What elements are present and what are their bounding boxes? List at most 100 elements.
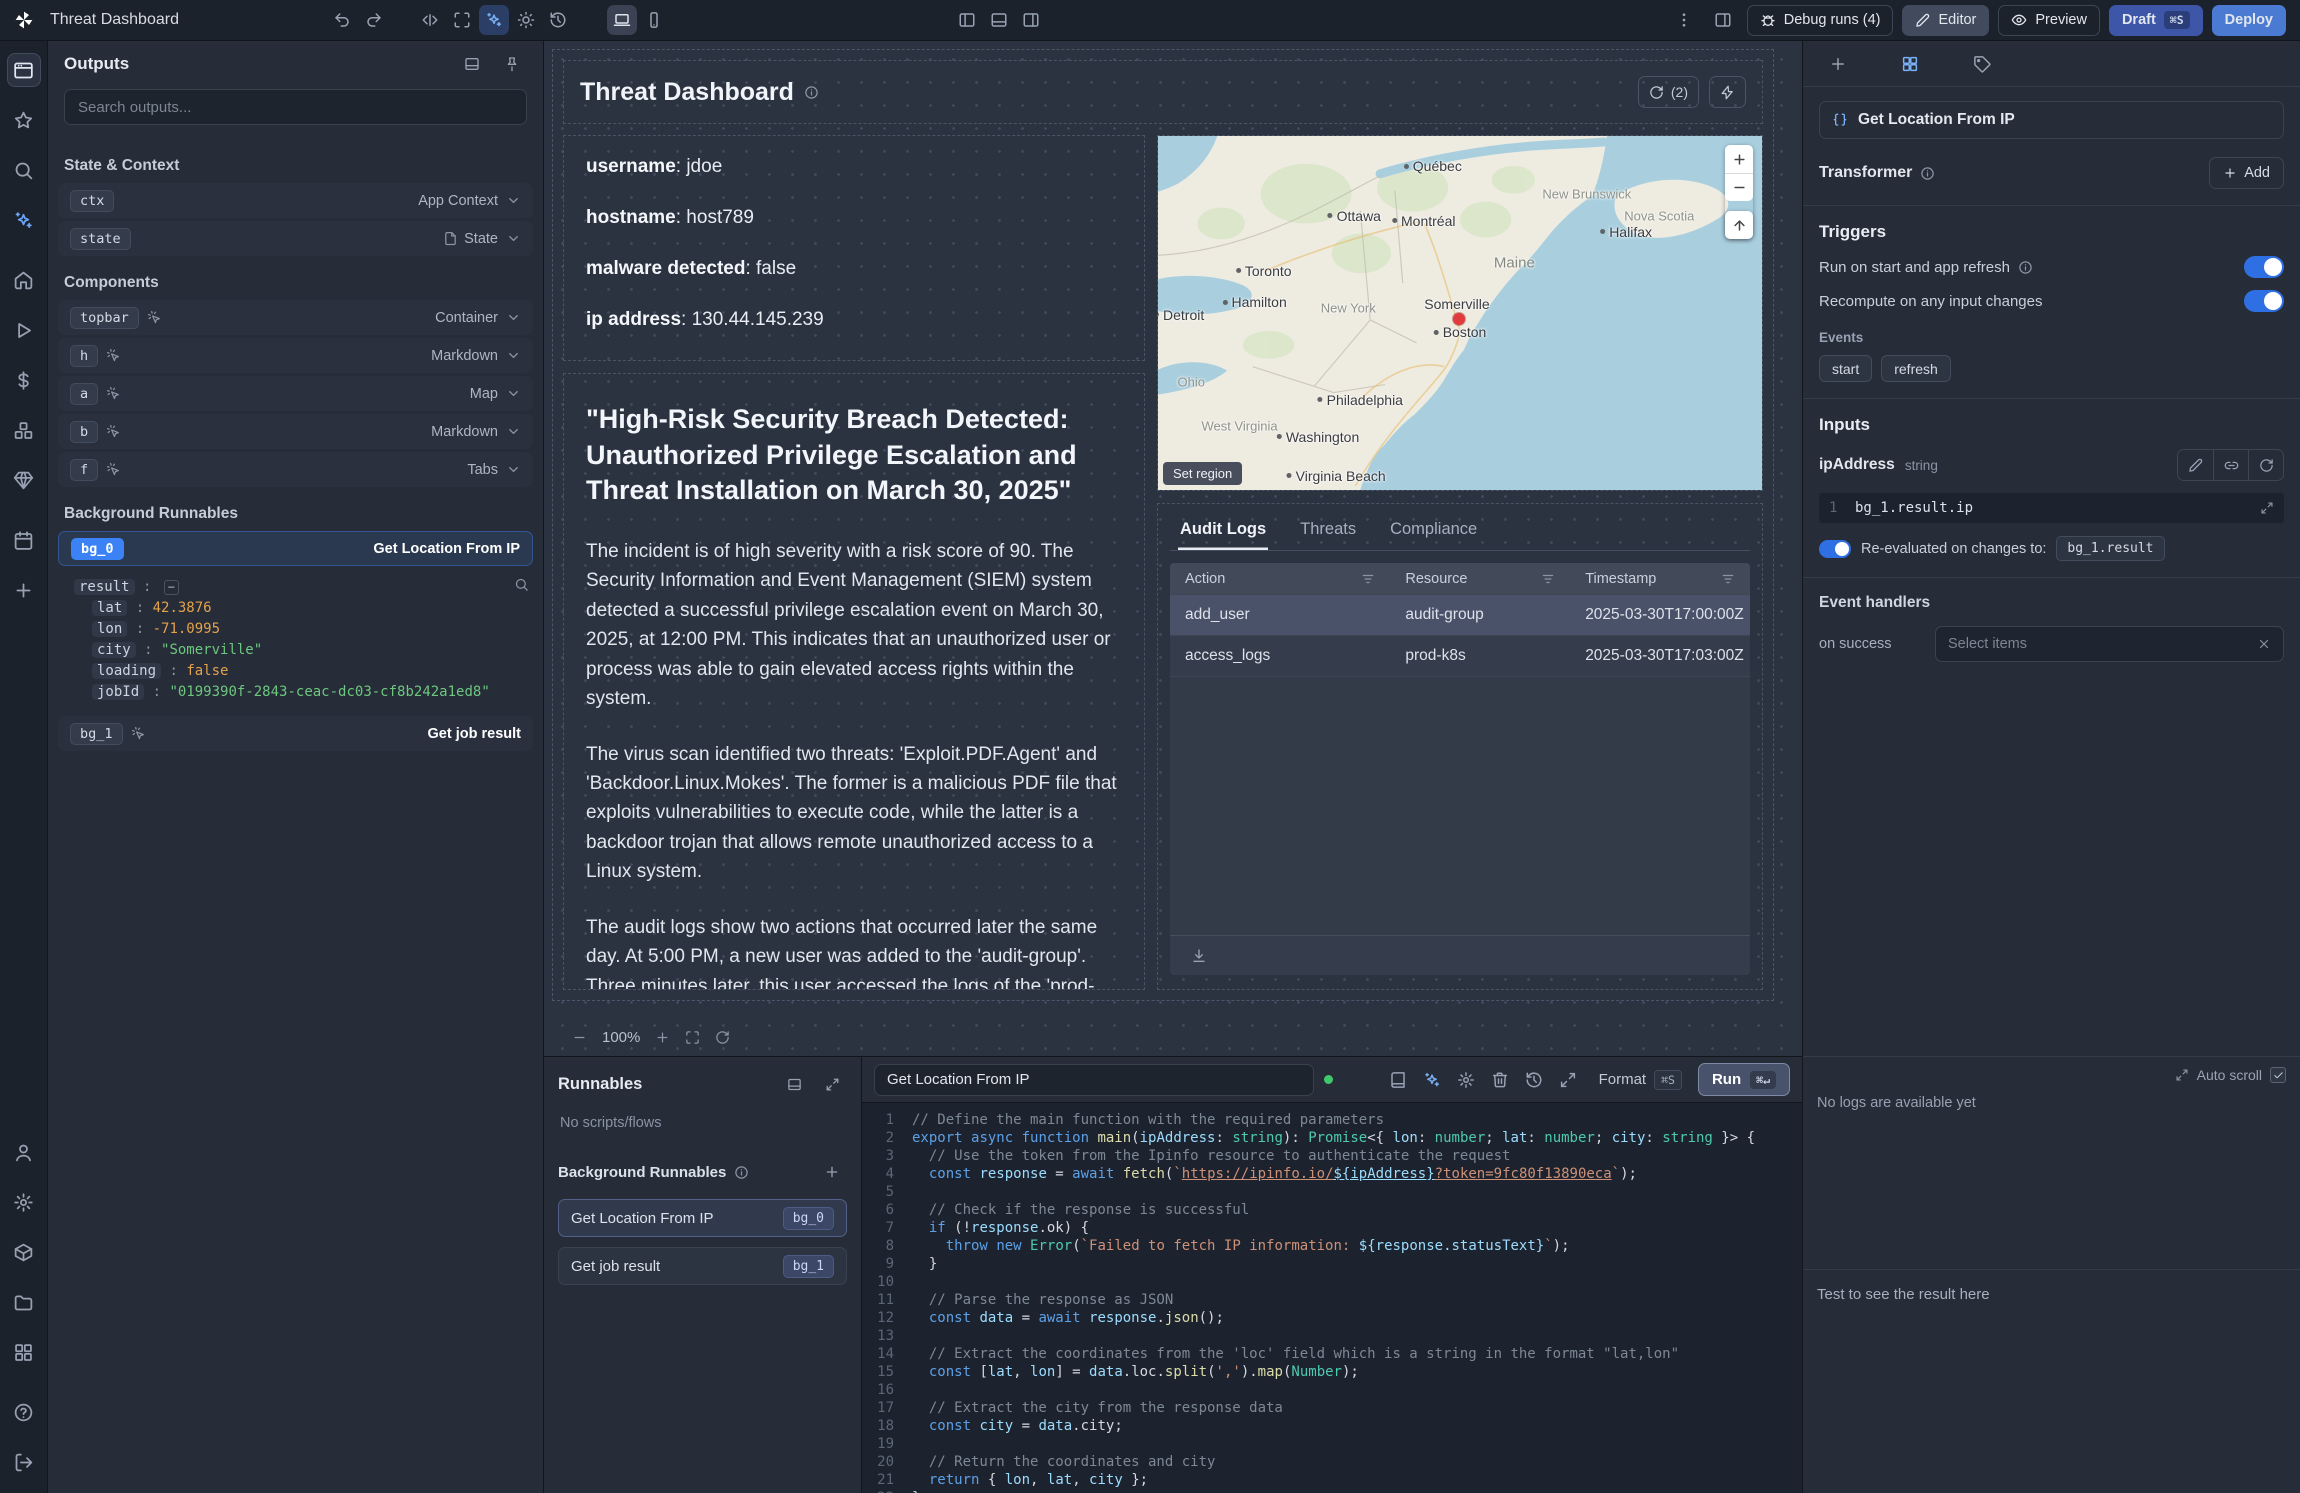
map-arrow-up-button[interactable] xyxy=(1725,211,1753,239)
output-row-state[interactable]: stateState xyxy=(58,221,533,256)
topbar-component[interactable]: Threat Dashboard (2) xyxy=(563,60,1763,124)
clear-select-icon[interactable] xyxy=(2257,637,2271,651)
autoscroll-checkbox[interactable] xyxy=(2270,1067,2286,1083)
tab-audit-logs[interactable]: Audit Logs xyxy=(1178,512,1268,550)
output-row-b[interactable]: bMarkdown xyxy=(58,414,533,449)
bg1-row[interactable]: bg_1 Get job result xyxy=(58,716,533,751)
expand-logs-icon[interactable] xyxy=(2175,1068,2189,1082)
toggle[interactable] xyxy=(2244,290,2284,312)
tabs-component[interactable]: Audit LogsThreatsCompliance ActionResour… xyxy=(1157,503,1763,990)
plus-button[interactable] xyxy=(1823,49,1853,79)
rail-gem-button[interactable] xyxy=(7,463,41,497)
column-header-resource[interactable]: Resource xyxy=(1390,571,1570,587)
on-success-select[interactable]: Select items xyxy=(1935,626,2284,662)
bg0-row[interactable]: bg_0 Get Location From IP xyxy=(58,531,533,566)
wand-button[interactable] xyxy=(479,5,509,35)
link-button[interactable] xyxy=(2213,450,2248,480)
run-button[interactable]: Run ⌘↵ xyxy=(1698,1063,1790,1096)
panel-right-button[interactable] xyxy=(1016,5,1046,35)
rail-package-button[interactable] xyxy=(7,1235,41,1269)
output-row-h[interactable]: hMarkdown xyxy=(58,338,533,373)
settings-button[interactable] xyxy=(1451,1065,1481,1095)
runnable-name-input[interactable] xyxy=(874,1064,1314,1096)
code-button[interactable] xyxy=(415,5,445,35)
preview-button[interactable]: Preview xyxy=(1998,5,2100,36)
trash-button[interactable] xyxy=(1485,1065,1515,1095)
zoom-out-icon[interactable] xyxy=(572,1030,587,1045)
output-row-f[interactable]: fTabs xyxy=(58,452,533,487)
expand-editor-icon[interactable] xyxy=(2260,501,2274,515)
add-transformer-button[interactable]: Add xyxy=(2209,157,2284,189)
reevaluate-toggle[interactable] xyxy=(1819,540,1851,558)
expand-runnables-button[interactable] xyxy=(817,1069,847,1099)
debug-runs-button[interactable]: Debug runs (4) xyxy=(1747,5,1894,36)
rail-logout-button[interactable] xyxy=(7,1445,41,1479)
collapse-result-toggle[interactable]: − xyxy=(164,580,179,595)
set-region-button[interactable]: Set region xyxy=(1163,462,1242,485)
panel-bottom-button[interactable] xyxy=(984,5,1014,35)
search-json-icon[interactable] xyxy=(514,577,529,599)
zoom-in-icon[interactable] xyxy=(655,1030,670,1045)
rail-dollar-button[interactable] xyxy=(7,363,41,397)
app-canvas[interactable]: Threat Dashboard (2) username: jdoehostn… xyxy=(544,41,1802,1056)
map-component[interactable]: QuébecMontréalOttawaMaineNew BrunswickNo… xyxy=(1157,135,1763,491)
add-runnable-button[interactable] xyxy=(817,1157,847,1187)
editor-button[interactable]: Editor xyxy=(1902,5,1989,36)
reevaluate-dependency-chip[interactable]: bg_1.result xyxy=(2056,536,2164,561)
pencil-button[interactable] xyxy=(2178,450,2213,480)
dock-runnables-button[interactable] xyxy=(779,1069,809,1099)
input-expression-editor[interactable]: 1 bg_1.result.ip xyxy=(1819,493,2284,523)
fit-canvas-icon[interactable] xyxy=(685,1030,700,1045)
rail-folder-button[interactable] xyxy=(7,1285,41,1319)
table-row[interactable]: add_useraudit-group2025-03-30T17:00:00Z xyxy=(1170,594,1750,635)
laptop-button[interactable] xyxy=(607,5,637,35)
selected-runnable-header[interactable]: Get Location From IP xyxy=(1819,101,2284,139)
rail-grid-button[interactable] xyxy=(7,1335,41,1369)
wand-button[interactable] xyxy=(1417,1065,1447,1095)
smartphone-button[interactable] xyxy=(639,5,669,35)
rail-boxes-button[interactable] xyxy=(7,413,41,447)
output-row-a[interactable]: aMap xyxy=(58,376,533,411)
sun-button[interactable] xyxy=(511,5,541,35)
history-button[interactable] xyxy=(1519,1065,1549,1095)
map-plus-button[interactable] xyxy=(1725,145,1753,173)
runnable-item[interactable]: Get job resultbg_1 xyxy=(558,1247,847,1285)
app-trigger-button[interactable] xyxy=(1709,76,1746,108)
undo-button[interactable] xyxy=(327,5,357,35)
rail-settings-button[interactable] xyxy=(7,1185,41,1219)
tab-compliance[interactable]: Compliance xyxy=(1388,512,1479,550)
app-recompute-button[interactable]: (2) xyxy=(1638,76,1699,108)
search-outputs-input[interactable] xyxy=(64,89,527,125)
rail-user-button[interactable] xyxy=(7,1135,41,1169)
history-button[interactable] xyxy=(543,5,573,35)
book-button[interactable] xyxy=(1383,1065,1413,1095)
refresh-button[interactable] xyxy=(2248,450,2283,480)
code-area[interactable]: 1// Define the main function with the re… xyxy=(862,1103,1802,1493)
output-row-topbar[interactable]: topbarContainer xyxy=(58,300,533,335)
download-table-button[interactable] xyxy=(1184,941,1214,971)
dock-panel-button[interactable] xyxy=(457,49,487,79)
more-menu-button[interactable] xyxy=(1669,5,1699,35)
expand-button[interactable] xyxy=(1553,1065,1583,1095)
rail-search-button[interactable] xyxy=(7,153,41,187)
tag-button[interactable] xyxy=(1967,49,1997,79)
panel-left-button[interactable] xyxy=(952,5,982,35)
output-row-ctx[interactable]: ctxApp Context xyxy=(58,183,533,218)
rail-star-button[interactable] xyxy=(7,103,41,137)
markdown-fields-component[interactable]: username: jdoehostname: host789malware d… xyxy=(563,135,1145,361)
pin-panel-button[interactable] xyxy=(497,49,527,79)
rail-app-window-button[interactable] xyxy=(7,53,41,87)
rail-home-button[interactable] xyxy=(7,263,41,297)
runnable-item[interactable]: Get Location From IPbg_0 xyxy=(558,1199,847,1237)
redo-button[interactable] xyxy=(359,5,389,35)
rail-help-button[interactable] xyxy=(7,1395,41,1429)
table-row[interactable]: access_logsprod-k8s2025-03-30T17:03:00Z xyxy=(1170,635,1750,676)
reset-canvas-icon[interactable] xyxy=(715,1030,730,1045)
markdown-report-component[interactable]: "High-Risk Security Breach Detected: Una… xyxy=(563,373,1145,990)
rail-calendar-button[interactable] xyxy=(7,523,41,557)
maximize-button[interactable] xyxy=(447,5,477,35)
rail-play-button[interactable] xyxy=(7,313,41,347)
toggle[interactable] xyxy=(2244,256,2284,278)
toggle-panel-button[interactable] xyxy=(1708,5,1738,35)
draft-button[interactable]: Draft ⌘S xyxy=(2109,5,2203,36)
